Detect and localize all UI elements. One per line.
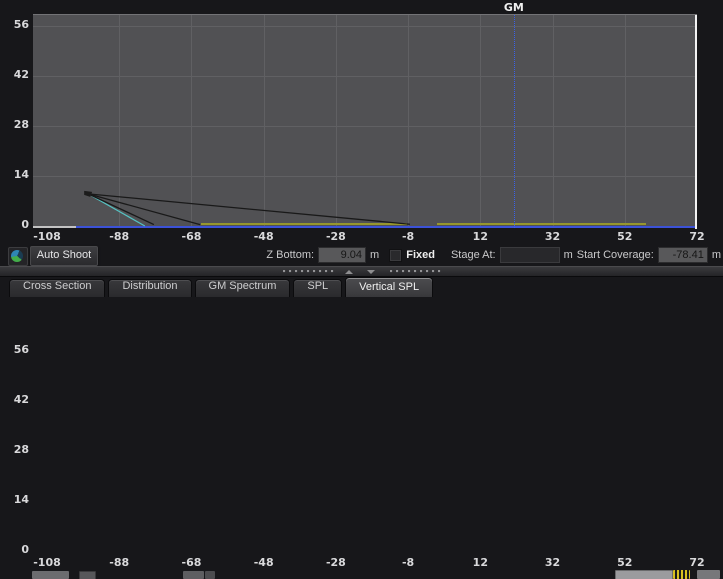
x-tick-label: -68 <box>171 230 211 243</box>
splitter-collapse-down-icon[interactable] <box>367 270 375 274</box>
toolbar-fields: Z Bottom: 9.04 m Fixed Stage At: m Start… <box>266 246 721 264</box>
splitter-handle[interactable] <box>0 266 723 277</box>
bottom-control-button[interactable] <box>79 571 96 579</box>
unit-label: m <box>564 249 573 261</box>
x-tick-label: 32 <box>533 230 573 243</box>
y-tick-label: 0 <box>2 543 29 556</box>
x-tick-label: 72 <box>677 556 717 569</box>
bottom-slider-bar[interactable] <box>615 570 673 579</box>
y-tick-label: 14 <box>2 168 29 181</box>
globe-icon <box>11 250 23 262</box>
start-coverage-label: Start Coverage: <box>577 249 654 261</box>
x-tick-label: -48 <box>244 556 284 569</box>
tab-spl[interactable]: SPL <box>293 279 342 297</box>
y-tick-label: 28 <box>2 443 29 456</box>
tab-bar: Cross SectionDistributionGM SpectrumSPLV… <box>0 277 723 297</box>
bottom-control-button[interactable] <box>183 571 204 579</box>
unit-label: m <box>370 249 379 261</box>
bottom-control-piece[interactable] <box>697 570 720 579</box>
x-tick-label: 72 <box>677 230 717 243</box>
unit-label: m <box>712 249 721 261</box>
auto-shoot-button[interactable]: Auto Shoot <box>30 246 98 266</box>
x-tick-label: 12 <box>460 230 500 243</box>
bottom-chart: -108 -88 -68 -48 -28 -8 12 32 52 72 0 14 28 42 56 <box>0 297 723 579</box>
x-tick-label: -68 <box>171 556 211 569</box>
y-tick-label: 28 <box>2 118 29 131</box>
fixed-label: Fixed <box>406 249 435 261</box>
x-tick-label: -28 <box>316 230 356 243</box>
plot-right-border <box>695 15 697 229</box>
top-chart: GM -108 -88 -68 -48 -28 -8 12 32 52 72 0 14 28 42 56 <box>0 0 723 246</box>
bottom-control-bar[interactable] <box>32 571 69 579</box>
x-tick-label: -108 <box>27 556 67 569</box>
x-tick-label: -8 <box>388 230 428 243</box>
colorbar-thumbnail[interactable] <box>673 570 690 579</box>
top-plot[interactable] <box>33 14 697 228</box>
fixed-checkbox[interactable] <box>389 249 402 262</box>
x-tick-label: -108 <box>27 230 67 243</box>
start-coverage-field[interactable]: -78.41 <box>658 247 708 263</box>
tab-cross-section[interactable]: Cross Section <box>9 279 105 297</box>
x-tick-label: 32 <box>533 556 573 569</box>
x-tick-label: -88 <box>99 556 139 569</box>
x-tick-label: 12 <box>460 556 500 569</box>
auto-shoot-icon-button[interactable] <box>8 247 28 266</box>
tab-gm-spectrum[interactable]: GM Spectrum <box>195 279 291 297</box>
gm-label: GM <box>500 1 528 14</box>
y-tick-label: 14 <box>2 493 29 506</box>
x-tick-label: 52 <box>605 556 645 569</box>
x-tick-label: -8 <box>388 556 428 569</box>
y-tick-label: 42 <box>2 68 29 81</box>
y-tick-label: 42 <box>2 393 29 406</box>
shoot-lines-svg <box>33 15 697 229</box>
x-tick-label: 52 <box>605 230 645 243</box>
toolbar: Auto Shoot Z Bottom: 9.04 m Fixed Stage … <box>0 246 723 266</box>
stage-at-field[interactable] <box>500 247 560 263</box>
splitter-grip-dots <box>390 270 444 273</box>
x-tick-label: -48 <box>244 230 284 243</box>
tab-distribution[interactable]: Distribution <box>108 279 191 297</box>
y-tick-label: 56 <box>2 18 29 31</box>
stage-at-label: Stage At: <box>451 249 496 261</box>
y-tick-label: 56 <box>2 343 29 356</box>
app-window: GM -108 -88 -68 -48 -28 -8 12 32 52 72 0 14 28 42 56 A… <box>0 0 723 579</box>
z-bottom-field[interactable]: 9.04 <box>318 247 366 263</box>
x-tick-label: -88 <box>99 230 139 243</box>
splitter-grip-dots <box>283 270 337 273</box>
splitter-collapse-up-icon[interactable] <box>345 270 353 274</box>
y-tick-label: 0 <box>2 218 29 231</box>
z-bottom-label: Z Bottom: <box>266 249 314 261</box>
x-tick-label: -28 <box>316 556 356 569</box>
bottom-control-button[interactable] <box>205 571 215 579</box>
shoot-line <box>88 194 410 224</box>
tab-vertical-spl[interactable]: Vertical SPL <box>345 277 433 297</box>
